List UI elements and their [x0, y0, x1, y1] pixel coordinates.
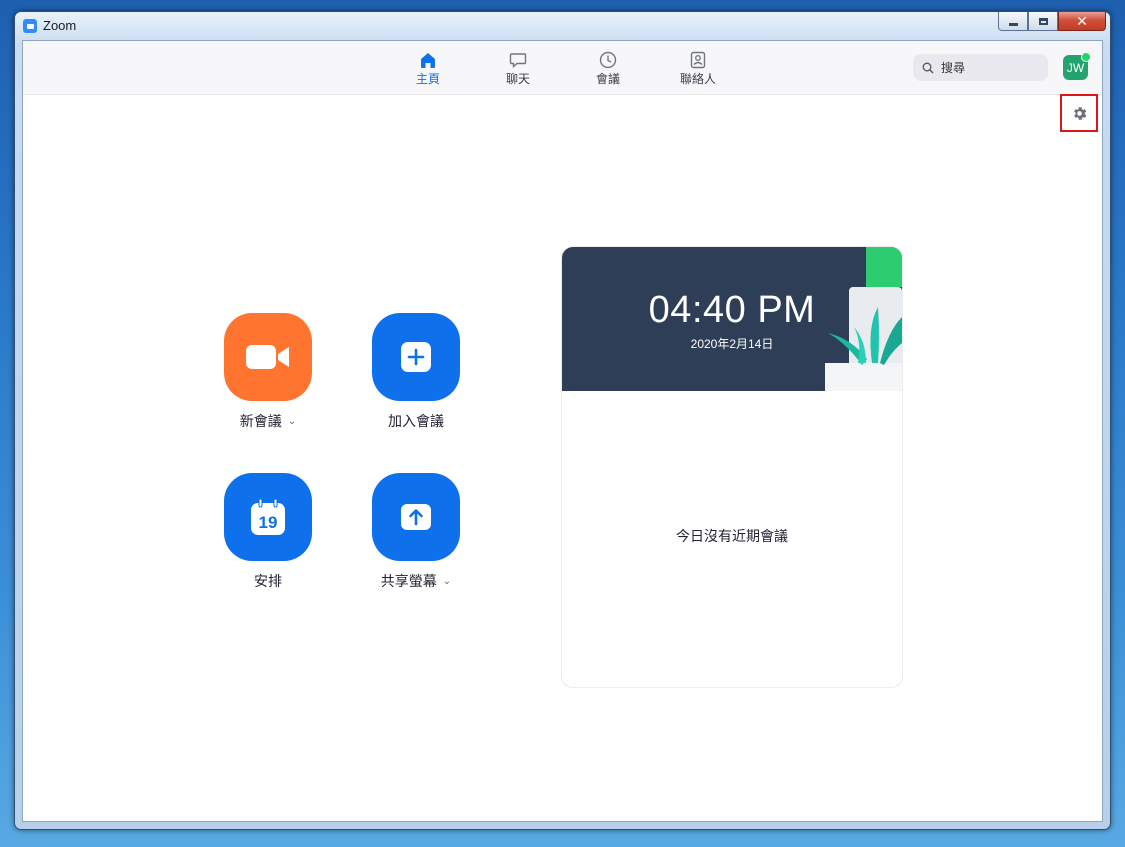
schedule-action: 19 安排: [193, 473, 343, 591]
plus-icon: [401, 342, 431, 372]
avatar-initials: JW: [1066, 60, 1085, 75]
minimize-button[interactable]: [998, 12, 1028, 31]
settings-button[interactable]: [1060, 94, 1098, 132]
tab-meetings[interactable]: 會議: [578, 51, 638, 87]
window-title: Zoom: [43, 18, 77, 33]
tab-chat-label: 聊天: [505, 72, 530, 86]
new-meeting-action: 新會議 ⌄: [193, 313, 343, 431]
maximize-button[interactable]: [1028, 12, 1058, 31]
calendar-day-number: 19: [259, 513, 278, 532]
current-date: 2020年2月14日: [690, 337, 774, 351]
avatar[interactable]: JW: [1063, 52, 1091, 80]
upcoming-meetings-card: 04:40 PM 2020年2月14日 今日沒有近期會議: [561, 246, 903, 688]
close-button[interactable]: ✕: [1058, 12, 1106, 31]
search-icon: [922, 62, 934, 73]
home-icon: [421, 53, 435, 68]
schedule-button[interactable]: 19: [224, 473, 312, 561]
clock-icon: [599, 51, 617, 69]
title-bar[interactable]: Zoom ✕: [15, 12, 1110, 40]
calendar-icon: 19: [251, 498, 285, 535]
chevron-down-icon[interactable]: ⌄: [288, 416, 296, 427]
chat-icon: [509, 53, 527, 69]
tab-home[interactable]: 主頁: [398, 51, 458, 87]
current-time: 04:40 PM: [648, 289, 816, 331]
window-controls: ✕: [998, 12, 1106, 31]
join-meeting-action: 加入會議: [341, 313, 491, 431]
join-meeting-button[interactable]: [372, 313, 460, 401]
zoom-window: Zoom ✕ 主頁 聊天 會議 聯絡人 搜尋 JW 新會議 ⌄ 加入會議 19 …: [14, 11, 1111, 830]
tab-contacts-label: 聯絡人: [679, 72, 716, 86]
no-meetings-message: 今日沒有近期會議: [676, 528, 788, 544]
online-status-dot: [1081, 52, 1091, 62]
contact-icon: [690, 51, 706, 69]
gear-icon: [1073, 106, 1086, 120]
close-icon: ✕: [1076, 13, 1088, 29]
chevron-down-icon[interactable]: ⌄: [443, 576, 451, 587]
share-screen-label-row: 共享螢幕 ⌄: [341, 571, 491, 591]
maximize-icon: [1038, 17, 1048, 25]
tab-home-label: 主頁: [415, 72, 440, 86]
search-input[interactable]: [939, 59, 1033, 76]
app-content: 主頁 聊天 會議 聯絡人 搜尋 JW 新會議 ⌄ 加入會議 19 安排 共享螢幕…: [22, 40, 1103, 822]
new-meeting-label: 新會議: [239, 413, 282, 429]
schedule-label: 安排: [254, 573, 282, 589]
upload-arrow-icon: [401, 504, 431, 530]
tab-meetings-label: 會議: [595, 72, 620, 86]
zoom-app-icon: [23, 19, 37, 33]
search-box[interactable]: [913, 54, 1048, 81]
video-camera-icon: [246, 345, 289, 369]
new-meeting-button[interactable]: [224, 313, 312, 401]
top-navigation: 主頁 聊天 會議 聯絡人 搜尋 JW: [23, 41, 1102, 95]
new-meeting-label-row: 新會議 ⌄: [193, 411, 343, 431]
share-screen-action: 共享螢幕 ⌄: [341, 473, 491, 591]
tab-chat[interactable]: 聊天: [488, 51, 548, 87]
join-meeting-label: 加入會議: [388, 413, 444, 429]
share-screen-label: 共享螢幕: [380, 573, 437, 589]
tab-contacts[interactable]: 聯絡人: [668, 51, 728, 87]
clock-banner: 04:40 PM 2020年2月14日: [562, 247, 902, 391]
minimize-icon: [1008, 22, 1018, 26]
share-screen-button[interactable]: [372, 473, 460, 561]
